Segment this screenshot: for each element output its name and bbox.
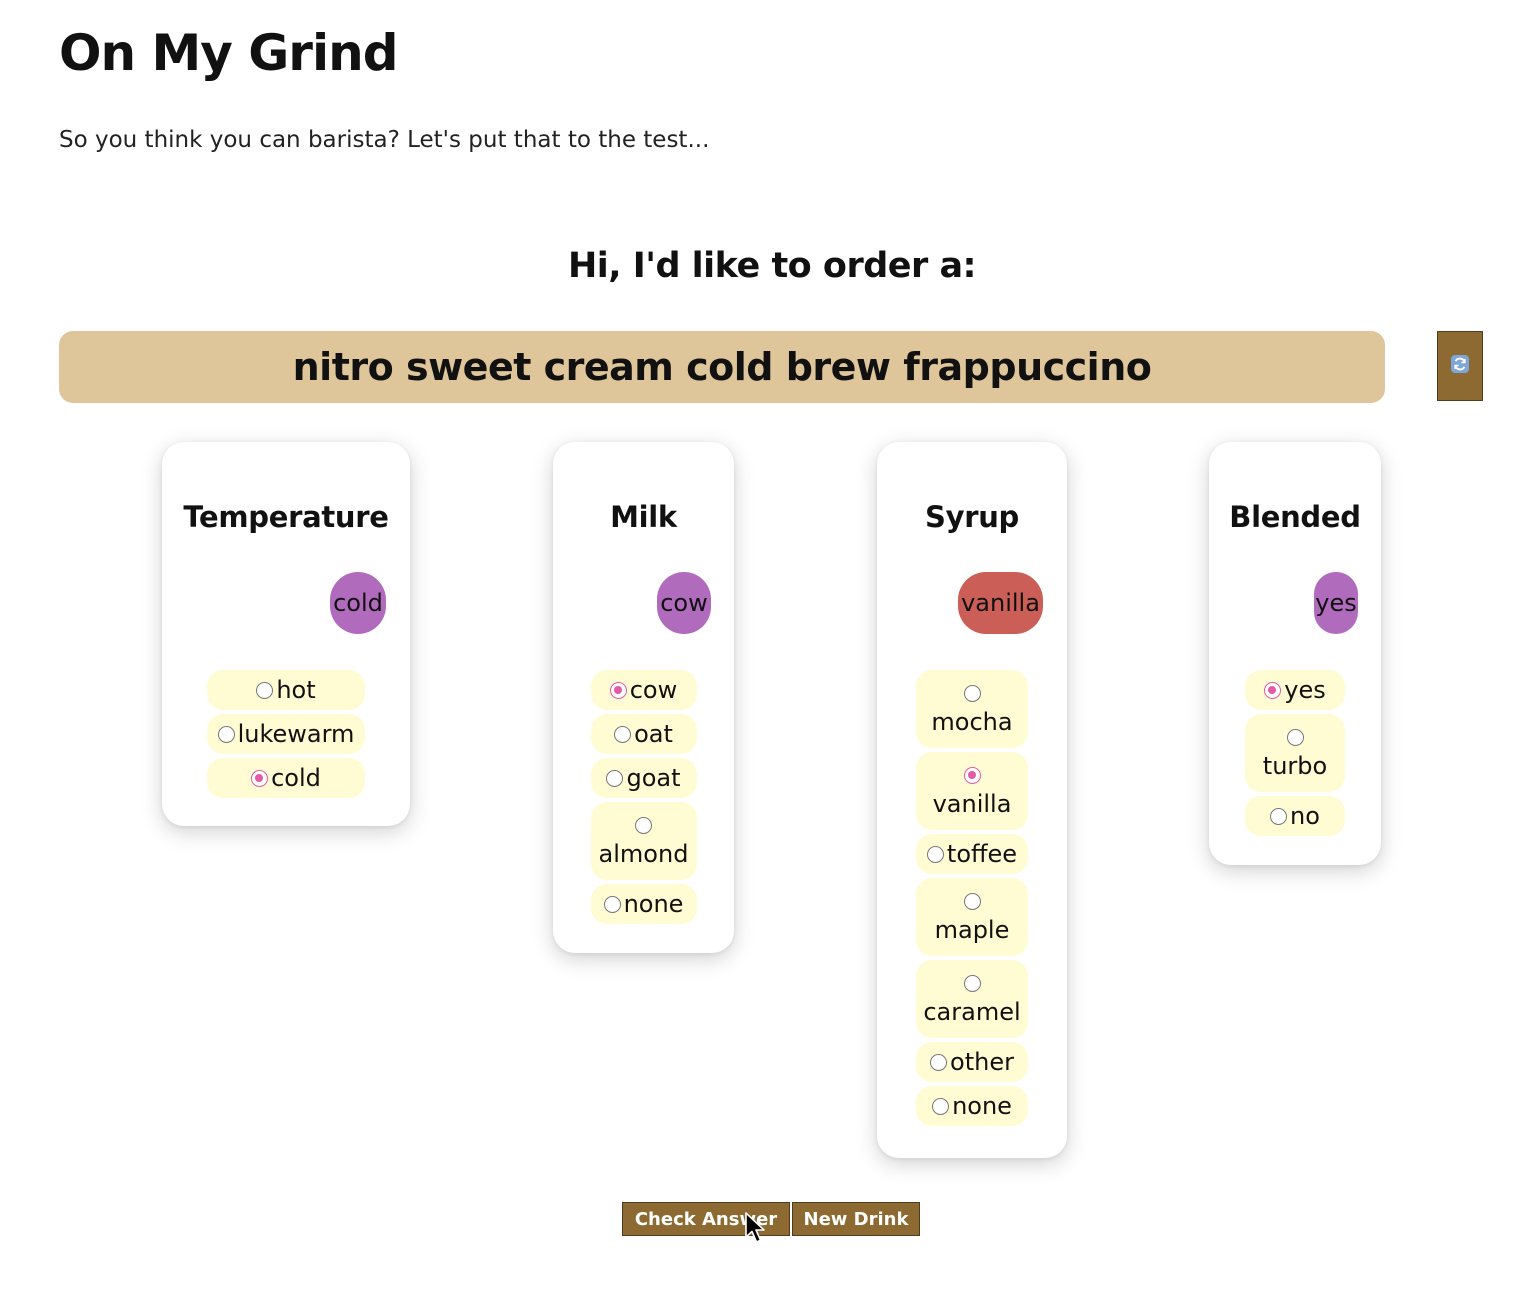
syrup-card: Syrup vanilla mocha vanilla toffee maple… <box>877 442 1067 1158</box>
radio-toffee[interactable] <box>926 845 944 863</box>
blended-card-title: Blended <box>1229 500 1361 534</box>
radio-syrup-none[interactable] <box>932 1097 950 1115</box>
order-heading: Hi, I'd like to order a: <box>567 246 977 286</box>
radio-cow[interactable] <box>609 681 627 699</box>
syrup-selected-badge: vanilla <box>958 572 1043 634</box>
radio-hot[interactable] <box>256 681 274 699</box>
radio-yes[interactable] <box>1264 681 1282 699</box>
milk-card: Milk cow cow oat goat almond none <box>553 442 734 953</box>
drink-name-banner: nitro sweet cream cold brew frappuccino <box>59 331 1385 403</box>
temperature-selected-badge: cold <box>330 572 386 634</box>
temperature-card-title: Temperature <box>183 500 389 534</box>
milk-option-none[interactable]: none <box>590 884 697 924</box>
temperature-option-lukewarm[interactable]: lukewarm <box>207 714 365 754</box>
refresh-icon <box>1450 354 1470 378</box>
syrup-option-none[interactable]: none <box>916 1086 1028 1126</box>
syrup-card-title: Syrup <box>925 500 1019 534</box>
radio-maple[interactable] <box>963 892 981 910</box>
radio-goat[interactable] <box>606 769 624 787</box>
syrup-options: mocha vanilla toffee maple caramel other… <box>877 670 1067 1126</box>
milk-options: cow oat goat almond none <box>553 670 734 924</box>
radio-almond[interactable] <box>635 816 652 834</box>
temperature-options: hot lukewarm cold <box>162 670 410 798</box>
new-drink-button[interactable]: New Drink <box>792 1202 920 1236</box>
radio-turbo[interactable] <box>1286 728 1304 746</box>
blended-card: Blended yes yes turbo no <box>1209 442 1381 865</box>
temperature-option-hot[interactable]: hot <box>207 670 365 710</box>
radio-milk-none[interactable] <box>603 895 621 913</box>
milk-card-title: Milk <box>610 500 677 534</box>
syrup-option-mocha[interactable]: mocha <box>916 670 1028 748</box>
blended-option-yes[interactable]: yes <box>1245 670 1345 710</box>
milk-selected-badge: cow <box>657 572 711 634</box>
blended-options: yes turbo no <box>1209 670 1381 836</box>
temperature-option-cold[interactable]: cold <box>207 758 365 798</box>
syrup-option-caramel[interactable]: caramel <box>916 960 1028 1038</box>
syrup-option-maple[interactable]: maple <box>916 878 1028 956</box>
blended-option-no[interactable]: no <box>1245 796 1345 836</box>
blended-option-turbo[interactable]: turbo <box>1245 714 1345 792</box>
radio-other[interactable] <box>930 1053 948 1071</box>
milk-option-oat[interactable]: oat <box>590 714 697 754</box>
syrup-option-vanilla[interactable]: vanilla <box>916 752 1028 830</box>
radio-oat[interactable] <box>614 725 632 743</box>
refresh-button[interactable] <box>1437 331 1483 401</box>
radio-cold[interactable] <box>251 769 269 787</box>
milk-option-goat[interactable]: goat <box>590 758 697 798</box>
radio-no[interactable] <box>1270 807 1288 825</box>
syrup-option-toffee[interactable]: toffee <box>916 834 1028 874</box>
milk-option-cow[interactable]: cow <box>590 670 697 710</box>
syrup-option-other[interactable]: other <box>916 1042 1028 1082</box>
milk-option-almond[interactable]: almond <box>590 802 697 880</box>
temperature-card: Temperature cold hot lukewarm cold <box>162 442 410 826</box>
blended-selected-badge: yes <box>1314 572 1358 634</box>
action-buttons: Check Answer New Drink <box>622 1202 920 1236</box>
radio-mocha[interactable] <box>963 684 981 702</box>
page-title: On My Grind <box>59 24 398 82</box>
radio-vanilla[interactable] <box>963 766 981 784</box>
mouse-cursor-icon <box>745 1212 767 1250</box>
radio-lukewarm[interactable] <box>217 725 235 743</box>
drink-name: nitro sweet cream cold brew frappuccino <box>292 345 1152 389</box>
page-subtitle: So you think you can barista? Let's put … <box>59 127 710 153</box>
radio-caramel[interactable] <box>963 974 981 992</box>
